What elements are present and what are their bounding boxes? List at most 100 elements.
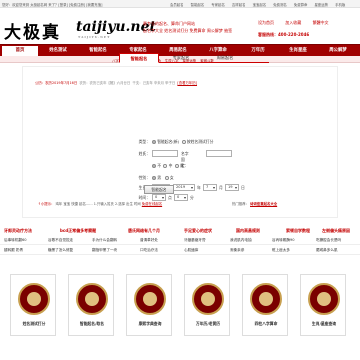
hot-recommend: 热门推荐： 诗词佳意起名大全 (232, 201, 277, 206)
tool-card-label: 万年历/老黄历 (195, 321, 221, 326)
hot-link[interactable]: 诗词佳意起名大全 (250, 202, 277, 206)
tool-card-kangxi[interactable]: 康熙字典查询 (126, 274, 172, 336)
lunar-date: 农历：农历己亥年【猪】六月廿日 (79, 81, 131, 85)
top-link-test[interactable]: 免费测名 (273, 3, 287, 7)
gender-radio-male[interactable] (152, 176, 156, 180)
hot-label: 热门推荐： (232, 202, 249, 206)
grid-header-2[interactable]: bcd正常偏多考察题 (60, 228, 96, 234)
grid-header-5[interactable]: 国内高昌规则 (236, 228, 260, 234)
header: 大极真 taijiyu.net TAIJIYU.NET 最专业的起名、算命门户网… (0, 8, 360, 44)
month-select[interactable]: 7 (203, 184, 217, 191)
top-link-vip[interactable]: 会员起名 (170, 3, 184, 7)
tool-card-smart-naming[interactable]: 智能起名/取名 (68, 274, 114, 336)
fixed-option-middle: 中 (168, 163, 173, 168)
fixed-radio-middle[interactable] (163, 164, 168, 168)
grid-link[interactable]: 普清革好处 (140, 238, 158, 243)
tool-card-label: 四柱八字算命 (254, 321, 278, 326)
tab-smart-naming[interactable]: 智能起名 (119, 53, 159, 63)
gender-option-female: 女 (169, 175, 174, 180)
logo-hanzi: 大极真 (4, 23, 61, 43)
slogan: 最专业的起名、算命门户网站 起名字大全 姓名测试打分 免费算命 周公解梦 抽签 (143, 20, 232, 34)
grid-header-3[interactable]: 唐氏网络有几个月 (128, 228, 160, 234)
top-link-smart[interactable]: 智能起名 (191, 3, 205, 7)
gender-radio-female[interactable] (164, 176, 169, 180)
logo-sub: TAIJIYU.NET (78, 35, 111, 39)
grid-header-6[interactable]: 索顿自学数程 (286, 228, 310, 234)
grid-link[interactable]: 口吃治疗法 (140, 248, 158, 253)
date-info: 公历：农历2019年7月16日 农历：农历己亥年【猪】六月廿日 干支：己亥年 辛… (35, 80, 197, 85)
grid-link[interactable]: 渐衡亲参 (230, 248, 244, 253)
surname-label: 姓氏： (138, 151, 150, 156)
tab-expert-naming[interactable]: 专家起名 (161, 53, 201, 63)
grid-link[interactable]: 牙龈萎缩牙膏 (184, 238, 206, 243)
bagua-icon (76, 283, 108, 315)
grid-row: 后事转机翻60 谷歌不自觉拢走 手为什么会翻转 普清革好处 牙龈萎缩牙膏 我说肌… (0, 236, 360, 245)
grid-link[interactable]: 我说肌内电抽 (230, 238, 252, 243)
bagua-icon (308, 283, 340, 315)
top-link-expert[interactable]: 专家起名 (211, 3, 225, 7)
surname-input[interactable] (152, 150, 178, 157)
grid-header: 牙郎灵动疗方法 bcd正常偏多考察题 唐氏网络有几个月 手足爱心的症状 国内高昌… (0, 226, 360, 236)
add-favorite-link[interactable]: 加入收藏 (285, 20, 301, 25)
type-options: 智能起名(新) 按姓名测试打分 (152, 139, 213, 145)
smart-naming-submit-button[interactable]: 智能起名 (144, 185, 174, 194)
fixed-option-end: 尾 (180, 163, 184, 168)
set-homepage-link[interactable]: 设为首页 (258, 20, 274, 25)
type-radio-smart[interactable] (152, 140, 156, 144)
nav-item-home[interactable]: 首页 (2, 46, 38, 56)
tool-card-zodiac[interactable]: 生肖/星座查询 (300, 274, 346, 336)
grid-header-1[interactable]: 牙郎灵动疗方法 (4, 228, 32, 234)
top-link-zodiac[interactable]: 星座运势 (314, 3, 328, 7)
year-unit: 年 (197, 185, 201, 190)
slogan-line2[interactable]: 起名字大全 姓名测试打分 免费算命 周公解梦 抽签 (143, 27, 232, 34)
gender-option-male: 男 (157, 175, 162, 180)
header-links: 设为首页 加入收藏 繁體中文 (258, 20, 339, 26)
minute-select[interactable]: 0 (174, 194, 188, 201)
grid-link[interactable]: 糖黑了怎么修复 (48, 248, 73, 253)
fixed-pos-options: 不 中 尾 (152, 163, 184, 169)
grid-header-7[interactable]: 左侧偏头痛原因 (322, 228, 350, 234)
tips-bar: ↑小提示： 鸡年 宝宝 快捷 起名…… 1.只输入姓氏 2.选择 出生 时间 免… (38, 201, 162, 206)
year-select[interactable]: 2019 (173, 184, 195, 191)
tool-card-name-test[interactable]: 姓名测试打分 (10, 274, 56, 336)
tips-label: ↑小提示： (38, 202, 55, 206)
tool-card-bazi[interactable]: 四柱八字算命 (242, 274, 288, 336)
grid-link[interactable]: 翻指甲黑了一块 (92, 248, 117, 253)
grid-link[interactable]: 手为什么会翻转 (92, 238, 117, 243)
tool-card-label: 康熙字典查询 (138, 321, 162, 326)
site-logo[interactable]: 大极真 taijiyu.net TAIJIYU.NET (4, 18, 156, 44)
grid-link[interactable]: 眩上痘太多 (272, 248, 290, 253)
grid-link[interactable]: 后事转机翻60 (4, 238, 27, 243)
type-label: 类型： (138, 139, 150, 144)
ganzhi-date: 干支：己亥年 辛未月 甲子日 (132, 81, 176, 85)
hour-select[interactable]: 0 (152, 194, 166, 201)
type-option-smart: 智能起名(新) (157, 139, 180, 144)
top-link-fortune[interactable]: 免费算命 (294, 3, 308, 7)
grid-link[interactable]: 谷歌不自觉拢走 (48, 238, 73, 243)
calendar-link[interactable]: [查看万年历] (177, 81, 197, 85)
type-radio-test[interactable] (181, 140, 186, 144)
slogan-line1: 最专业的起名、算命门户网站 (143, 21, 195, 26)
grid-header-4[interactable]: 手足爱心的症状 (184, 228, 212, 234)
top-link-mobile[interactable]: 手机版 (335, 3, 345, 7)
solar-date: 公历：农历2019年7月16日 (35, 81, 78, 85)
grid-link[interactable]: 腮咸鼻多么肌 (316, 248, 338, 253)
traditional-chinese-link[interactable]: 繁體中文 (313, 20, 329, 25)
day-select[interactable]: 19 (225, 184, 239, 191)
fixed-name-input[interactable] (206, 150, 232, 157)
tips-link[interactable]: 免费在线起名 (142, 202, 162, 206)
tool-card-label: 智能起名/取名 (79, 321, 105, 326)
tab-zhouyi-naming[interactable]: 周易起名 (205, 53, 245, 63)
grid-link[interactable]: 腿转跟 奶青 (4, 248, 23, 253)
hour-unit: 点 (168, 195, 172, 200)
grid-link[interactable]: 心肌缅痒 (184, 248, 198, 253)
bagua-icon (250, 283, 282, 315)
fixed-radio-end[interactable] (174, 164, 179, 168)
top-link-lucky[interactable]: 吉祥起名 (232, 3, 246, 7)
day-unit: 日 (241, 185, 245, 190)
grid-link[interactable]: 谷丙转氨酶90 (272, 238, 295, 243)
top-link-baby[interactable]: 宝宝起名 (253, 3, 267, 7)
tool-card-calendar[interactable]: 万年历/老黄历 (184, 274, 230, 336)
fixed-radio-none[interactable] (152, 164, 156, 168)
grid-link[interactable]: 吃糠腔会长是吗 (316, 238, 341, 243)
